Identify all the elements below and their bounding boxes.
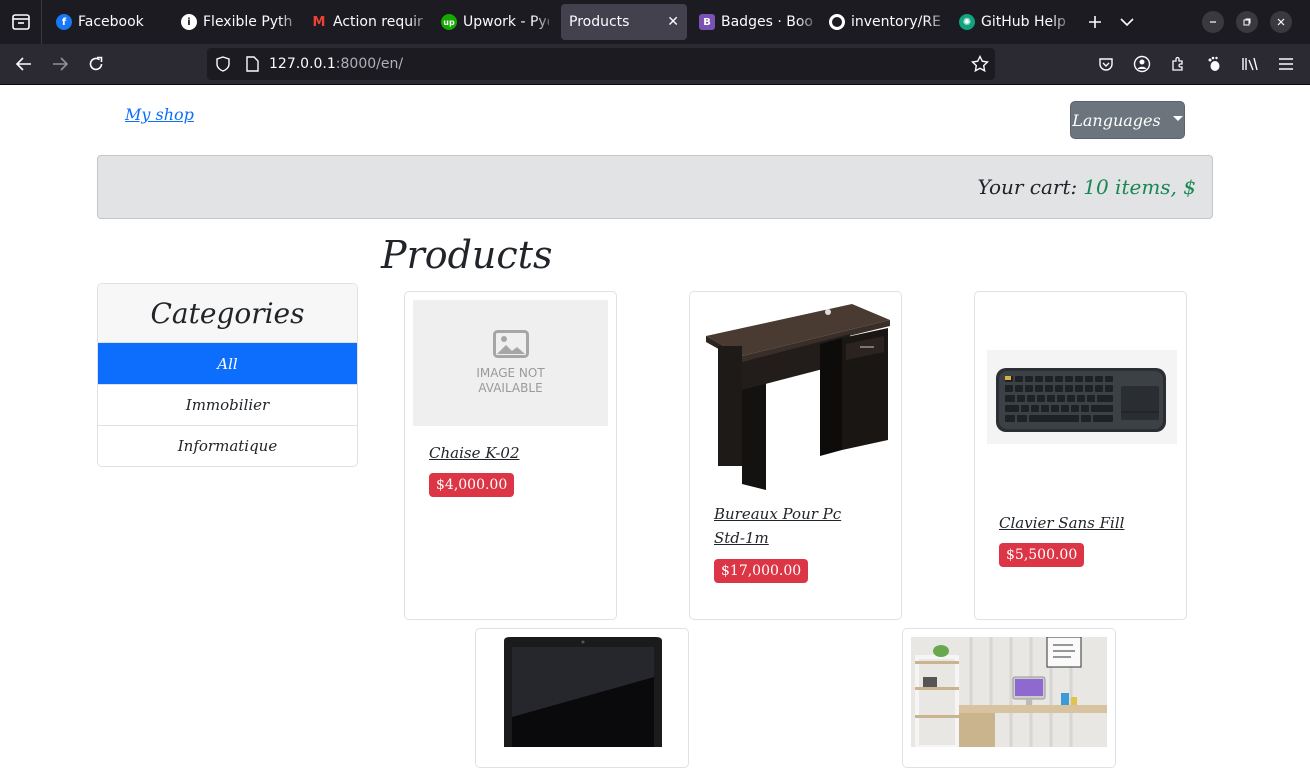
categories-panel: Categories All Immobilier Informatique	[97, 283, 358, 467]
restore-icon	[1243, 18, 1251, 26]
upwork-icon: up	[441, 14, 457, 30]
category-immobilier[interactable]: Immobilier	[98, 384, 357, 425]
address-bar[interactable]: 127.0.0.1:8000/en/	[207, 48, 995, 80]
product-name-link[interactable]: Chaise K-02	[429, 441, 520, 465]
puzzle-icon	[1172, 56, 1183, 71]
close-icon	[1277, 18, 1285, 26]
cart-label: Your cart:	[977, 175, 1078, 199]
back-button[interactable]	[6, 46, 42, 82]
product-card	[475, 628, 689, 768]
price-badge: $17,000.00	[714, 559, 809, 583]
facebook-icon: f	[56, 14, 72, 30]
url-host: 127.0.0.1	[269, 56, 336, 72]
tab-list-button[interactable]	[0, 0, 42, 44]
chatgpt-icon: ✺	[959, 14, 975, 30]
price-badge: $4,000.00	[429, 473, 515, 497]
languages-label: Languages	[1072, 110, 1161, 130]
minimize-icon	[1210, 21, 1216, 23]
library-button[interactable]	[1234, 48, 1266, 80]
product-card: Clavier Sans Fill $5,500.00	[974, 291, 1187, 620]
bootstrap-icon: B	[699, 14, 715, 30]
tab-label: Products	[569, 14, 630, 30]
page-title: Products	[381, 233, 553, 277]
url-path: :8000/en/	[335, 56, 404, 72]
new-tab-button[interactable]	[1079, 6, 1111, 38]
categories-title: Categories	[98, 284, 357, 343]
product-image[interactable]	[702, 300, 892, 494]
gmail-icon: M	[312, 14, 326, 30]
tab-facebook[interactable]: f Facebook	[48, 4, 173, 40]
laptop-image	[500, 637, 666, 747]
pocket-icon	[1099, 58, 1113, 71]
tab-label: Facebook	[78, 14, 144, 30]
keyboard-image	[987, 350, 1177, 444]
caret-down-icon	[1172, 116, 1183, 121]
account-icon	[1133, 55, 1151, 73]
cart-link[interactable]: 10 items, $	[1083, 175, 1196, 199]
bookmark-star-icon[interactable]	[971, 55, 989, 73]
tab-github-help[interactable]: ✺ GitHub Help	[951, 4, 1075, 40]
list-all-tabs-button[interactable]	[1111, 6, 1143, 38]
tab-products[interactable]: Products ✕	[561, 4, 687, 40]
forward-button[interactable]	[42, 46, 78, 82]
maximize-button[interactable]	[1236, 11, 1258, 33]
tab-flexible[interactable]: i Flexible Pyth	[173, 4, 303, 40]
category-all[interactable]: All	[98, 343, 357, 384]
image-icon	[492, 330, 529, 358]
product-card: Bureaux Pour Pc Std-1m $17,000.00	[689, 291, 902, 620]
category-informatique[interactable]: Informatique	[98, 425, 357, 466]
tab-gmail[interactable]: M Action requir	[303, 4, 433, 40]
arrow-left-icon	[16, 57, 31, 71]
pocket-button[interactable]	[1090, 48, 1122, 80]
page-icon[interactable]	[245, 56, 259, 72]
toolbar-right	[1090, 44, 1310, 84]
tab-github[interactable]: inventory/RE	[821, 4, 951, 40]
office-desk-image	[911, 636, 1107, 749]
tab-bar: f Facebook i Flexible Pyth M Action requ…	[0, 0, 1310, 44]
shield-icon[interactable]	[215, 56, 231, 72]
product-name-link[interactable]: Clavier Sans Fill	[999, 511, 1124, 535]
product-name-link[interactable]: Bureaux Pour Pc Std-1m	[714, 502, 874, 550]
cart-summary: Your cart: 10 items, $	[97, 155, 1213, 219]
tab-badges[interactable]: B Badges · Boo	[691, 4, 821, 40]
hamburger-menu-icon	[1279, 58, 1293, 70]
product-card	[902, 628, 1116, 768]
languages-dropdown-button[interactable]: Languages	[1070, 101, 1185, 139]
gnome-foot-icon	[1208, 56, 1220, 71]
product-card: IMAGE NOT AVAILABLE Chaise K-02 $4,000.0…	[404, 291, 617, 620]
info-icon: i	[181, 14, 197, 30]
library-icon	[1242, 57, 1258, 71]
reload-icon	[89, 56, 103, 71]
github-icon	[829, 14, 845, 30]
close-window-button[interactable]	[1270, 11, 1292, 33]
price-badge: $5,500.00	[999, 543, 1085, 567]
shop-page: My shop Languages Your cart: 10 items, $…	[0, 85, 1310, 768]
product-image[interactable]	[987, 350, 1177, 448]
plus-icon	[1089, 16, 1101, 28]
product-image[interactable]	[911, 636, 1107, 751]
app-menu-button[interactable]	[1270, 48, 1302, 80]
tab-list-icon	[11, 14, 30, 30]
arrow-right-icon	[53, 57, 68, 71]
tab-upwork[interactable]: up Upwork - Pyq	[433, 4, 557, 40]
extensions-button[interactable]	[1162, 48, 1194, 80]
gnome-extension-button[interactable]	[1198, 48, 1230, 80]
minimize-button[interactable]	[1202, 11, 1224, 33]
image-not-available-text: IMAGE NOT AVAILABLE	[476, 366, 545, 395]
reload-button[interactable]	[78, 46, 114, 82]
chevron-down-icon	[1120, 18, 1134, 27]
brand-link[interactable]: My shop	[125, 105, 194, 124]
product-image-placeholder[interactable]: IMAGE NOT AVAILABLE	[413, 300, 608, 426]
close-tab-icon[interactable]: ✕	[667, 14, 679, 30]
url-text[interactable]: 127.0.0.1:8000/en/	[269, 56, 403, 72]
product-image[interactable]	[500, 637, 666, 751]
desk-image	[706, 304, 890, 490]
account-button[interactable]	[1126, 48, 1158, 80]
